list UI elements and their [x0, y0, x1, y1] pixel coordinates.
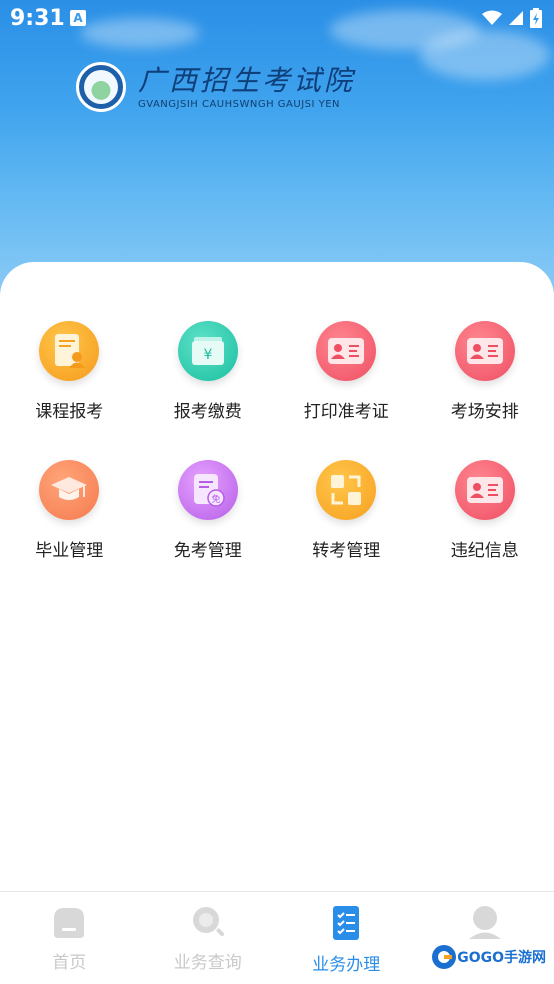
service-exemption[interactable]: 免 免考管理	[139, 457, 278, 596]
service-label: 违纪信息	[450, 541, 519, 561]
service-label: 毕业管理	[35, 541, 104, 561]
signal-icon	[509, 11, 523, 25]
service-print-admission[interactable]: 打印准考证	[277, 318, 416, 457]
service-course-register[interactable]: 课程报考	[0, 318, 139, 457]
institution-logo: 广西招生考试院 GVANGJSIH CAUHSWNGH GAUJSI YEN	[76, 62, 355, 112]
fee-payment-icon: ¥	[177, 321, 238, 381]
institution-subtitle: GVANGJSIH CAUHSWNGH GAUJSI YEN	[138, 98, 341, 110]
service-transfer[interactable]: 转考管理	[277, 457, 416, 596]
checklist-icon	[333, 906, 360, 940]
service-label: 打印准考证	[303, 402, 389, 422]
emblem-icon	[76, 62, 126, 112]
wifi-icon	[482, 10, 502, 25]
watermark-logo-icon	[432, 945, 457, 969]
bottom-tab-bar: 首页 业务查询 业务办理	[0, 891, 554, 984]
header-background	[0, 0, 554, 300]
tab-label: 业务办理	[312, 955, 381, 975]
graduation-cap-icon	[39, 460, 100, 520]
service-violation[interactable]: 违纪信息	[416, 457, 554, 596]
service-graduation[interactable]: 毕业管理	[0, 457, 139, 596]
screen: 9:31 A 广西招生考试院 GVANGJSIH CAUHSWNGH GAUJS…	[0, 0, 554, 984]
tab-query[interactable]: 业务查询	[139, 892, 278, 984]
service-exam-room[interactable]: 考场安排	[416, 318, 554, 457]
tab-profile[interactable]	[416, 892, 554, 984]
service-label: 报考缴费	[173, 402, 242, 422]
institution-title: 广西招生考试院	[138, 63, 356, 97]
course-register-icon	[39, 321, 100, 381]
admission-card-icon	[316, 321, 377, 381]
service-label: 课程报考	[35, 402, 104, 422]
watermark-text: GOGO手游网	[457, 950, 546, 966]
status-icons	[482, 8, 542, 28]
transfer-icon	[316, 460, 377, 520]
service-fee-payment[interactable]: ¥ 报考缴费	[139, 318, 278, 457]
violation-info-icon	[454, 460, 515, 520]
tab-business[interactable]: 业务办理	[277, 892, 416, 984]
battery-icon	[530, 8, 542, 28]
watermark: GOGO手游网	[431, 944, 546, 970]
tab-label: 业务查询	[173, 953, 242, 973]
svg-text:¥: ¥	[203, 347, 212, 363]
svg-text:免: 免	[211, 493, 220, 505]
notification-badge: A	[70, 10, 86, 26]
search-icon	[192, 907, 224, 937]
home-icon	[54, 908, 85, 938]
user-icon	[468, 906, 501, 939]
service-label: 考场安排	[450, 402, 519, 422]
exam-room-icon	[454, 321, 515, 381]
status-bar: 9:31 A	[0, 0, 554, 40]
exemption-icon: 免	[177, 460, 238, 520]
service-label: 免考管理	[173, 541, 242, 561]
service-grid: 课程报考 ¥ 报考缴费 打印准考证 考场安排 毕业管理 免 免考管理 转考管理 …	[0, 318, 554, 596]
service-label: 转考管理	[312, 541, 381, 561]
tab-home[interactable]: 首页	[0, 892, 139, 984]
tab-label: 首页	[52, 953, 87, 973]
status-time: 9:31	[10, 6, 65, 31]
